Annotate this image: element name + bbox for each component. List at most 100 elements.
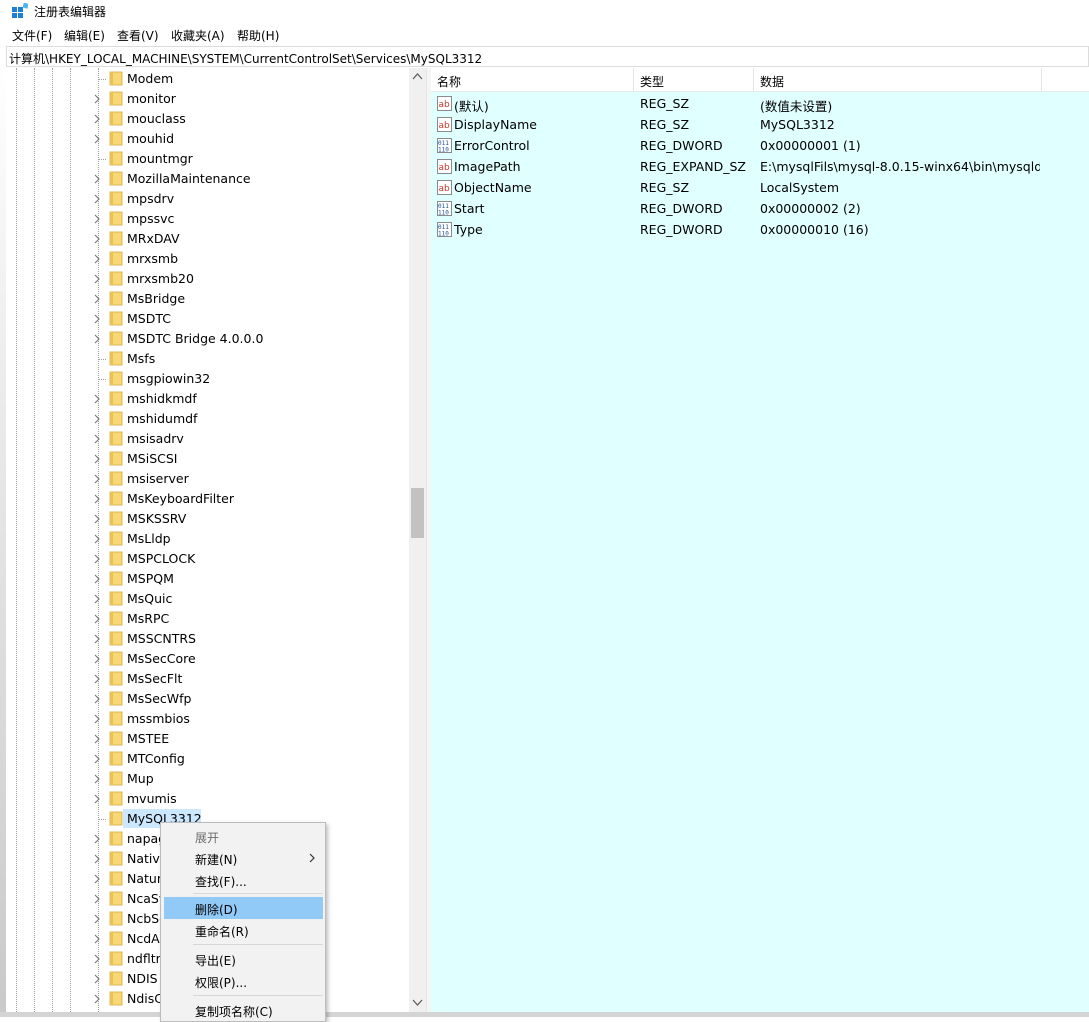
expand-chevron-icon[interactable] <box>92 933 102 945</box>
tree-item[interactable]: mrxsmb <box>6 249 406 269</box>
expand-chevron-icon[interactable] <box>92 733 102 745</box>
expand-chevron-icon[interactable] <box>92 833 102 845</box>
value-row[interactable]: 011 110 ErrorControl REG_DWORD 0x00000001 (1… <box>431 135 1089 156</box>
expand-chevron-icon[interactable] <box>92 553 102 565</box>
tree-item[interactable]: monitor <box>6 89 406 109</box>
tree-item[interactable]: mouclass <box>6 109 406 129</box>
expand-chevron-icon[interactable] <box>92 713 102 725</box>
expand-chevron-icon[interactable] <box>92 533 102 545</box>
column-header-name[interactable]: 名称 <box>431 68 634 92</box>
tree-item[interactable]: MozillaMaintenance <box>6 169 406 189</box>
scroll-down-arrow-icon[interactable] <box>409 994 426 1011</box>
tree-item[interactable]: MsSecCore <box>6 649 406 669</box>
tree-item[interactable]: msisadrv <box>6 429 406 449</box>
tree-item[interactable]: MsLldp <box>6 529 406 549</box>
expand-chevron-icon[interactable] <box>92 193 102 205</box>
tree-item[interactable]: MSDTC Bridge 4.0.0.0 <box>6 329 406 349</box>
expand-chevron-icon[interactable] <box>92 173 102 185</box>
context-menu-copy-key-name[interactable]: 复制项名称(C) <box>161 999 325 1021</box>
menu-help[interactable]: 帮助(H) <box>237 27 279 44</box>
scroll-thumb[interactable] <box>411 488 424 538</box>
tree-item[interactable]: MRxDAV <box>6 229 406 249</box>
context-menu-expand[interactable]: 展开 <box>161 825 325 847</box>
tree-item[interactable]: mvumis <box>6 789 406 809</box>
expand-chevron-icon[interactable] <box>92 253 102 265</box>
expand-chevron-icon[interactable] <box>92 953 102 965</box>
expand-chevron-icon[interactable] <box>92 493 102 505</box>
context-menu-delete[interactable]: 删除(D) <box>164 897 323 919</box>
tree-item[interactable]: MSDTC <box>6 309 406 329</box>
tree-item[interactable]: msgpiowin32 <box>6 369 406 389</box>
menu-view[interactable]: 查看(V) <box>117 27 159 44</box>
address-bar[interactable]: 计算机\HKEY_LOCAL_MACHINE\SYSTEM\CurrentCon… <box>6 46 1089 67</box>
tree-item[interactable]: MTConfig <box>6 749 406 769</box>
expand-chevron-icon[interactable] <box>92 793 102 805</box>
expand-chevron-icon[interactable] <box>92 973 102 985</box>
tree-item[interactable]: MsQuic <box>6 589 406 609</box>
expand-chevron-icon[interactable] <box>92 133 102 145</box>
value-row[interactable]: ab DisplayName REG_SZ MySQL3312 <box>431 114 1089 135</box>
value-row[interactable]: ab ObjectName REG_SZ LocalSystem <box>431 177 1089 198</box>
values-pane[interactable]: 名称 类型 数据 ab (默认) REG_SZ (数值未设置) ab DisplayNam… <box>431 68 1089 1012</box>
tree-item[interactable]: MSPQM <box>6 569 406 589</box>
tree-item[interactable]: mouhid <box>6 129 406 149</box>
value-row[interactable]: ab (默认) REG_SZ (数值未设置) <box>431 93 1089 114</box>
expand-chevron-icon[interactable] <box>92 753 102 765</box>
tree-item[interactable]: MsBridge <box>6 289 406 309</box>
tree-item[interactable]: MSSCNTRS <box>6 629 406 649</box>
expand-chevron-icon[interactable] <box>92 513 102 525</box>
tree-item[interactable]: mssmbios <box>6 709 406 729</box>
context-menu-export[interactable]: 导出(E) <box>161 948 325 970</box>
expand-chevron-icon[interactable] <box>92 333 102 345</box>
tree-item[interactable]: MSTEE <box>6 729 406 749</box>
menu-file[interactable]: 文件(F) <box>12 27 52 44</box>
tree-item[interactable]: MsKeyboardFilter <box>6 489 406 509</box>
tree-item[interactable]: MsSecFlt <box>6 669 406 689</box>
tree-item[interactable]: MsRPC <box>6 609 406 629</box>
context-menu-rename[interactable]: 重命名(R) <box>161 919 325 941</box>
expand-chevron-icon[interactable] <box>92 893 102 905</box>
expand-chevron-icon[interactable] <box>92 693 102 705</box>
tree-item[interactable]: msiserver <box>6 469 406 489</box>
tree-item[interactable]: Modem <box>6 69 406 89</box>
tree-item[interactable]: mountmgr <box>6 149 406 169</box>
expand-chevron-icon[interactable] <box>92 213 102 225</box>
expand-chevron-icon[interactable] <box>92 273 102 285</box>
tree-item[interactable]: mshidumdf <box>6 409 406 429</box>
tree-item[interactable]: mpssvc <box>6 209 406 229</box>
tree-item[interactable]: mpsdrv <box>6 189 406 209</box>
tree-scrollbar[interactable] <box>409 68 426 1012</box>
tree-item[interactable]: MSKSSRV <box>6 509 406 529</box>
expand-chevron-icon[interactable] <box>92 593 102 605</box>
expand-chevron-icon[interactable] <box>92 873 102 885</box>
column-header-data[interactable]: 数据 <box>754 68 1042 92</box>
expand-chevron-icon[interactable] <box>92 633 102 645</box>
expand-chevron-icon[interactable] <box>92 233 102 245</box>
expand-chevron-icon[interactable] <box>92 293 102 305</box>
expand-chevron-icon[interactable] <box>92 113 102 125</box>
expand-chevron-icon[interactable] <box>92 573 102 585</box>
expand-chevron-icon[interactable] <box>92 93 102 105</box>
value-row[interactable]: 011 110 Type REG_DWORD 0x00000010 (16) <box>431 219 1089 240</box>
tree-item[interactable]: Msfs <box>6 349 406 369</box>
tree-item[interactable]: MSPCLOCK <box>6 549 406 569</box>
column-header-type[interactable]: 类型 <box>634 68 754 92</box>
value-row[interactable]: ab ImagePath REG_EXPAND_SZ E:\mysqlFils\mys… <box>431 156 1089 177</box>
value-row[interactable]: 011 110 Start REG_DWORD 0x00000002 (2) <box>431 198 1089 219</box>
scroll-up-arrow-icon[interactable] <box>409 68 426 85</box>
tree-item[interactable]: mrxsmb20 <box>6 269 406 289</box>
expand-chevron-icon[interactable] <box>92 433 102 445</box>
expand-chevron-icon[interactable] <box>92 993 102 1005</box>
expand-chevron-icon[interactable] <box>92 913 102 925</box>
expand-chevron-icon[interactable] <box>92 393 102 405</box>
expand-chevron-icon[interactable] <box>92 613 102 625</box>
expand-chevron-icon[interactable] <box>92 673 102 685</box>
expand-chevron-icon[interactable] <box>92 473 102 485</box>
tree-item[interactable]: MsSecWfp <box>6 689 406 709</box>
tree-item[interactable]: mshidkmdf <box>6 389 406 409</box>
expand-chevron-icon[interactable] <box>92 773 102 785</box>
menu-edit[interactable]: 编辑(E) <box>64 27 105 44</box>
tree-item[interactable]: Mup <box>6 769 406 789</box>
menu-favorites[interactable]: 收藏夹(A) <box>171 27 225 44</box>
expand-chevron-icon[interactable] <box>92 313 102 325</box>
